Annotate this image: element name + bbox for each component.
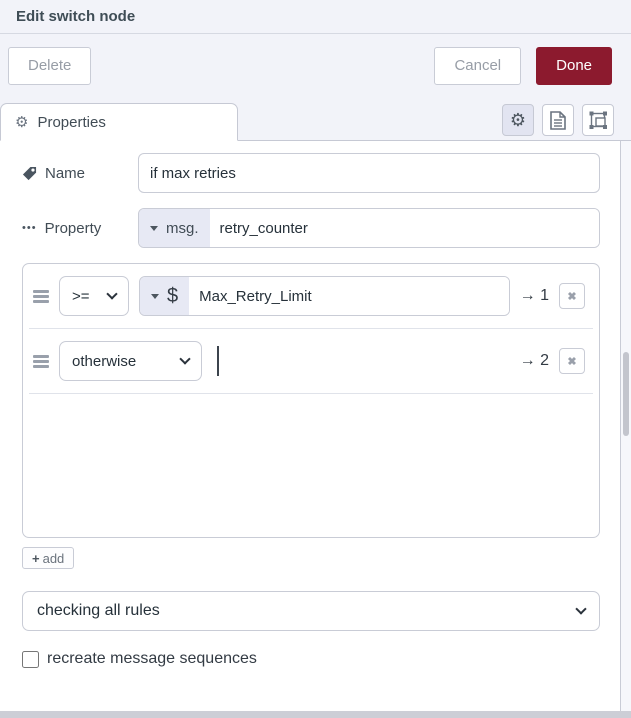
rule-1-output-port: → 1 xyxy=(519,287,549,304)
name-row: Name xyxy=(22,153,600,193)
rule-1-operator-select[interactable]: >= xyxy=(59,276,129,316)
name-label-text: Name xyxy=(45,164,86,182)
name-label: Name xyxy=(22,165,138,182)
check-mode-value: checking all rules xyxy=(37,602,160,619)
rule-row-1: >= $ → 1 ✖ xyxy=(23,264,599,328)
add-rule-button[interactable]: + add xyxy=(22,547,75,569)
chevron-down-icon xyxy=(179,353,191,365)
dialog-title: Edit switch node xyxy=(16,8,136,25)
vertical-scrollbar[interactable] xyxy=(620,141,631,718)
property-input[interactable] xyxy=(209,209,599,247)
property-type-dropdown[interactable]: msg. xyxy=(139,209,210,247)
cancel-button[interactable]: Cancel xyxy=(434,46,522,85)
rule-2-operator-select[interactable]: otherwise xyxy=(59,341,202,381)
rule-2-output-port: → 2 xyxy=(519,352,549,369)
editor-tab-buttons: ⚙ xyxy=(502,104,614,136)
dialog-toolbar: Delete Cancel Done xyxy=(0,34,631,97)
rule-1-type-dropdown[interactable]: $ xyxy=(140,277,190,315)
rule-1-operator-value: >= xyxy=(72,287,90,305)
ellipsis-icon: ••• xyxy=(22,222,37,234)
done-button[interactable]: Done xyxy=(536,46,612,85)
add-rule-label: add xyxy=(42,550,65,566)
gear-icon: ⚙ xyxy=(15,113,29,131)
drag-handle-icon[interactable] xyxy=(33,288,49,305)
rule-1-type-sigil: $ xyxy=(167,284,179,307)
chevron-down-icon xyxy=(106,288,118,300)
recreate-sequences-row: recreate message sequences xyxy=(22,650,631,668)
appearance-icon-button[interactable] xyxy=(582,104,614,136)
property-typed-input: msg. xyxy=(138,208,600,248)
chevron-down-icon xyxy=(151,293,159,299)
document-icon xyxy=(550,110,566,130)
property-row: ••• Property msg. xyxy=(22,208,600,248)
description-icon-button[interactable] xyxy=(542,104,574,136)
properties-form: Name ••• Property msg. xyxy=(0,141,631,711)
bottom-resize-strip xyxy=(0,711,631,718)
rules-list: >= $ → 1 ✖ xyxy=(22,263,600,538)
edit-switch-node-dialog: Edit switch node Delete Cancel Done ⚙ Pr… xyxy=(0,0,631,718)
tab-properties[interactable]: ⚙ Properties xyxy=(0,103,238,141)
scrollbar-thumb[interactable] xyxy=(623,352,629,436)
property-type-label: msg. xyxy=(166,219,199,237)
close-icon: ✖ xyxy=(567,355,577,368)
properties-icon-button[interactable]: ⚙ xyxy=(502,104,534,136)
dialog-header: Edit switch node xyxy=(0,0,631,34)
chevron-down-icon xyxy=(150,225,158,231)
property-label-text: Property xyxy=(44,219,102,237)
plus-icon: + xyxy=(32,550,40,566)
rule-2-remove-button[interactable]: ✖ xyxy=(559,348,585,374)
rule-1-remove-button[interactable]: ✖ xyxy=(559,283,585,309)
rule-2-operator-value: otherwise xyxy=(72,352,137,370)
property-label: ••• Property xyxy=(22,220,138,237)
text-cursor xyxy=(217,346,219,376)
chevron-down-icon xyxy=(575,603,587,615)
appearance-icon xyxy=(589,111,608,130)
close-icon: ✖ xyxy=(567,290,577,303)
rule-separator xyxy=(29,393,593,394)
drag-handle-icon[interactable] xyxy=(33,353,49,370)
tab-properties-label: Properties xyxy=(37,113,106,131)
name-input[interactable] xyxy=(138,153,600,193)
recreate-sequences-checkbox[interactable] xyxy=(22,650,39,668)
rule-1-value-input[interactable] xyxy=(189,277,509,315)
check-mode-select[interactable]: checking all rules xyxy=(22,591,600,631)
tab-bar: ⚙ Properties ⚙ xyxy=(0,97,631,141)
delete-button[interactable]: Delete xyxy=(8,46,92,85)
rule-row-2: otherwise → 2 ✖ xyxy=(23,329,599,393)
recreate-sequences-label: recreate message sequences xyxy=(47,650,257,667)
gear-icon: ⚙ xyxy=(509,110,527,130)
tag-icon xyxy=(22,166,37,181)
rule-1-typed-input: $ xyxy=(139,276,510,316)
